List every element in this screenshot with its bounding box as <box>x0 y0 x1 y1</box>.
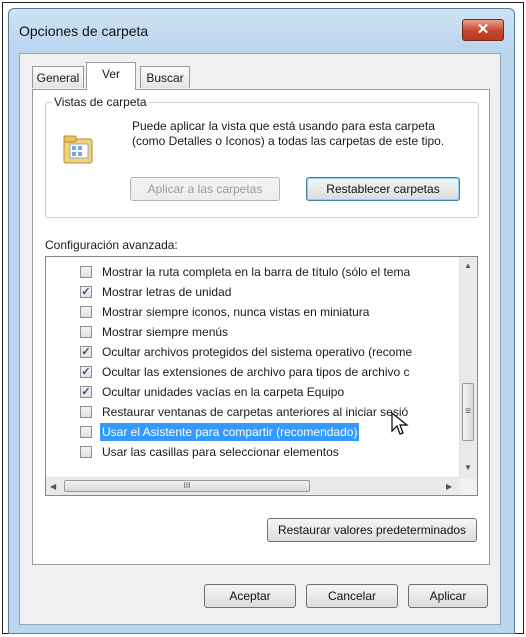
checkbox[interactable] <box>80 446 92 458</box>
list-item[interactable]: ✓ Mostrar letras de unidad <box>52 283 452 301</box>
list-item-label: Mostrar letras de unidad <box>102 285 232 299</box>
folder-view-icon <box>63 135 93 164</box>
list-item[interactable]: Mostrar siempre menús <box>52 323 452 341</box>
folder-views-group: Vistas de carpeta Puede aplicar la vista… <box>45 95 479 218</box>
grip-icon: ≡ <box>465 406 471 417</box>
checkbox[interactable] <box>80 426 92 438</box>
tab-general[interactable]: General <box>32 66 84 88</box>
tab-ver[interactable]: Ver <box>86 62 136 90</box>
check-icon: ✓ <box>81 386 91 398</box>
check-icon: ✓ <box>81 286 91 298</box>
checkbox[interactable] <box>80 266 92 278</box>
horizontal-scrollbar[interactable]: ◀ III ▶ <box>46 477 460 495</box>
grip-icon: III <box>183 481 191 490</box>
list-item-label: Usar las casillas para seleccionar eleme… <box>102 445 339 459</box>
scroll-right-icon[interactable]: ▶ <box>446 482 452 491</box>
check-icon: ✓ <box>81 366 91 378</box>
checkbox[interactable]: ✓ <box>80 386 92 398</box>
window-title: Opciones de carpeta <box>19 23 149 39</box>
list-item[interactable]: Usar las casillas para seleccionar eleme… <box>52 443 452 461</box>
scroll-down-icon[interactable]: ▼ <box>464 463 472 472</box>
reset-folders-button[interactable]: Restablecer carpetas <box>306 177 460 201</box>
list-item[interactable]: Mostrar la ruta completa en la barra de … <box>52 263 452 281</box>
dialog-client-area: General Ver Buscar Vistas de carpeta Pue… <box>19 53 501 625</box>
scroll-left-icon[interactable]: ◀ <box>50 482 56 491</box>
cancel-button[interactable]: Cancelar <box>306 584 398 608</box>
list-item-label: Ocultar unidades vacías en la carpeta Eq… <box>102 385 345 399</box>
checkbox[interactable]: ✓ <box>80 366 92 378</box>
folder-views-description: Puede aplicar la vista que está usando p… <box>132 119 445 148</box>
list-item-label: Restaurar ventanas de carpetas anteriore… <box>102 405 409 419</box>
list-item-label: Usar el Asistente para compartir (recome… <box>100 423 360 441</box>
ok-button[interactable]: Aceptar <box>204 584 296 608</box>
horizontal-scroll-thumb[interactable]: III <box>64 480 310 492</box>
list-item-label: Mostrar siempre menús <box>102 325 229 339</box>
apply-to-folders-button[interactable]: Aplicar a las carpetas <box>130 177 280 201</box>
mouse-pointer-icon <box>391 412 409 435</box>
close-button[interactable]: ✕ <box>462 19 504 41</box>
advanced-settings-list[interactable]: Mostrar la ruta completa en la barra de … <box>45 256 478 496</box>
scroll-up-icon[interactable]: ▲ <box>464 261 472 270</box>
list-item[interactable]: ✓ Ocultar las extensiones de archivo par… <box>52 363 452 381</box>
tab-panel-ver: Vistas de carpeta Puede aplicar la vista… <box>32 89 490 565</box>
check-icon: ✓ <box>81 346 91 358</box>
folder-views-label: Vistas de carpeta <box>52 95 149 109</box>
list-item[interactable]: Mostrar siempre iconos, nunca vistas en … <box>52 303 452 321</box>
checkbox[interactable]: ✓ <box>80 286 92 298</box>
list-item-label: Mostrar siempre iconos, nunca vistas en … <box>102 305 370 319</box>
restore-defaults-button[interactable]: Restaurar valores predeterminados <box>267 518 477 542</box>
checkbox[interactable] <box>80 326 92 338</box>
vertical-scrollbar[interactable]: ▲ ≡ ▼ <box>459 257 477 479</box>
apply-button[interactable]: Aplicar <box>408 584 488 608</box>
list-item-label: Mostrar la ruta completa en la barra de … <box>102 265 411 279</box>
list-item-label: Ocultar archivos protegidos del sistema … <box>102 345 413 359</box>
vertical-scroll-thumb[interactable]: ≡ <box>462 383 474 441</box>
tab-buscar[interactable]: Buscar <box>140 66 190 88</box>
list-item[interactable]: ✓ Ocultar archivos protegidos del sistem… <box>52 343 452 361</box>
list-item[interactable]: ✓ Ocultar unidades vacías en la carpeta … <box>52 383 452 401</box>
list-item-label: Ocultar las extensiones de archivo para … <box>102 365 410 379</box>
checkbox[interactable]: ✓ <box>80 346 92 358</box>
checkbox[interactable] <box>80 306 92 318</box>
advanced-settings-label: Configuración avanzada: <box>45 238 178 252</box>
close-icon: ✕ <box>476 21 490 38</box>
folder-options-dialog: Opciones de carpeta ✕ General Ver Buscar… <box>8 8 515 634</box>
checkbox[interactable] <box>80 406 92 418</box>
scrollbar-corner <box>460 478 477 495</box>
